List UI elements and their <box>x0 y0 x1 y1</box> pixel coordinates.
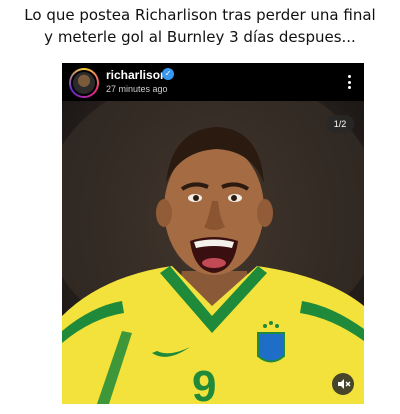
caption-line-2: y meterle gol al Burnley 3 días despues.… <box>44 28 356 46</box>
more-vertical-icon <box>347 75 351 78</box>
caption-line-1: Lo que postea Richarlison tras perder un… <box>24 6 376 24</box>
post-header: richarlison ✓ 27 minutes ago <box>62 63 364 101</box>
jersey-number: 9 <box>192 362 216 404</box>
mute-button[interactable] <box>332 373 354 395</box>
post-username[interactable]: richarlison <box>106 68 167 82</box>
player-illustration: 9 <box>62 101 364 404</box>
verified-badge-icon: ✓ <box>162 68 174 80</box>
post-photo[interactable]: 9 1/2 <box>62 101 364 404</box>
more-options-button[interactable] <box>342 72 356 92</box>
meme-caption: Lo que postea Richarlison tras perder un… <box>0 4 400 48</box>
post-timestamp: 27 minutes ago <box>106 84 168 94</box>
media-counter: 1/2 <box>326 115 354 133</box>
avatar[interactable] <box>69 68 99 98</box>
volume-muted-icon <box>338 379 351 389</box>
instagram-post: richarlison ✓ 27 minutes ago 9 1/2 <box>62 63 364 404</box>
